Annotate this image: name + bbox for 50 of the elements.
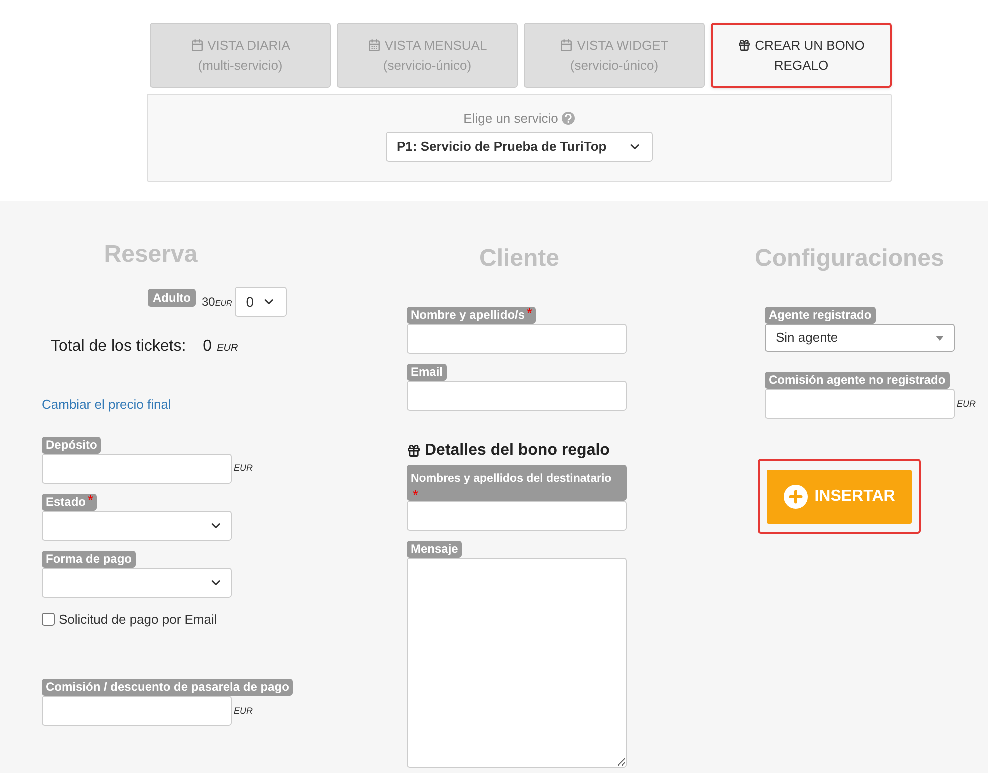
checkbox[interactable] [42,612,55,626]
gift-heading: Detalles del bono regalo [425,441,610,461]
gift-icon [738,38,752,52]
text-field[interactable] [407,324,627,354]
field-label: Estado [46,494,86,510]
select-field[interactable] [42,510,232,540]
currency-label: EUR [234,462,254,475]
text-field[interactable] [765,389,955,419]
currency-label: EUR [957,398,976,410]
calendar-icon [368,38,381,52]
view-tab[interactable]: VISTA WIDGET (servicio-único) [524,23,705,88]
text-field[interactable] [407,501,627,531]
caret-icon [936,336,944,340]
field-label: Email [411,365,444,380]
service-select[interactable]: P1: Servicio de Prueba de TuriTop [386,132,653,162]
field-label: Nombres y apellidos del destinatario [411,473,612,485]
ticket-price: 30EUR [202,294,232,311]
required-mark: * [88,494,94,504]
view-tab[interactable]: VISTA DIARIA (multi-servicio) [150,23,331,88]
help-icon [562,112,576,126]
field-label: Comisión agente no registrado [769,373,946,388]
field-label: Comisión / descuento de pasarela de pago [46,680,290,695]
field-label: Mensaje [411,542,458,557]
field-label: Agente registrado [769,308,872,323]
text-field[interactable] [407,381,627,411]
view-tab[interactable]: CREAR UN BONO REGALO [711,23,892,88]
change-price-link[interactable]: Cambiar el precio final [42,395,172,414]
field-label: Depósito [46,438,98,452]
service-label: Elige un servicio [464,110,558,128]
calendar-icon [560,38,574,52]
plus-icon [784,484,808,508]
gift-icon [407,444,421,458]
currency-label: EUR [217,342,238,356]
ticket-label: Adulto [148,289,196,307]
message-field[interactable] [407,558,627,768]
required-mark: * [413,490,420,500]
text-field[interactable] [42,696,232,726]
checkbox-label: Solicitud de pago por Email [59,610,218,629]
calendar-icon [190,38,204,52]
quantity-select[interactable]: 0 [235,287,288,317]
total-value: 0 [203,337,212,357]
field-label: Forma de pago [46,552,132,566]
view-tab[interactable]: VISTA MENSUAL (servicio-único) [337,23,518,88]
select-field[interactable] [42,568,232,598]
text-field[interactable] [42,454,232,484]
field-label: Nombre y apellido/s [411,308,526,323]
required-mark: * [527,308,532,318]
currency-label: EUR [234,704,254,718]
select-field[interactable]: Sin agente [765,324,955,352]
total-label: Total de los tickets: [51,337,186,357]
